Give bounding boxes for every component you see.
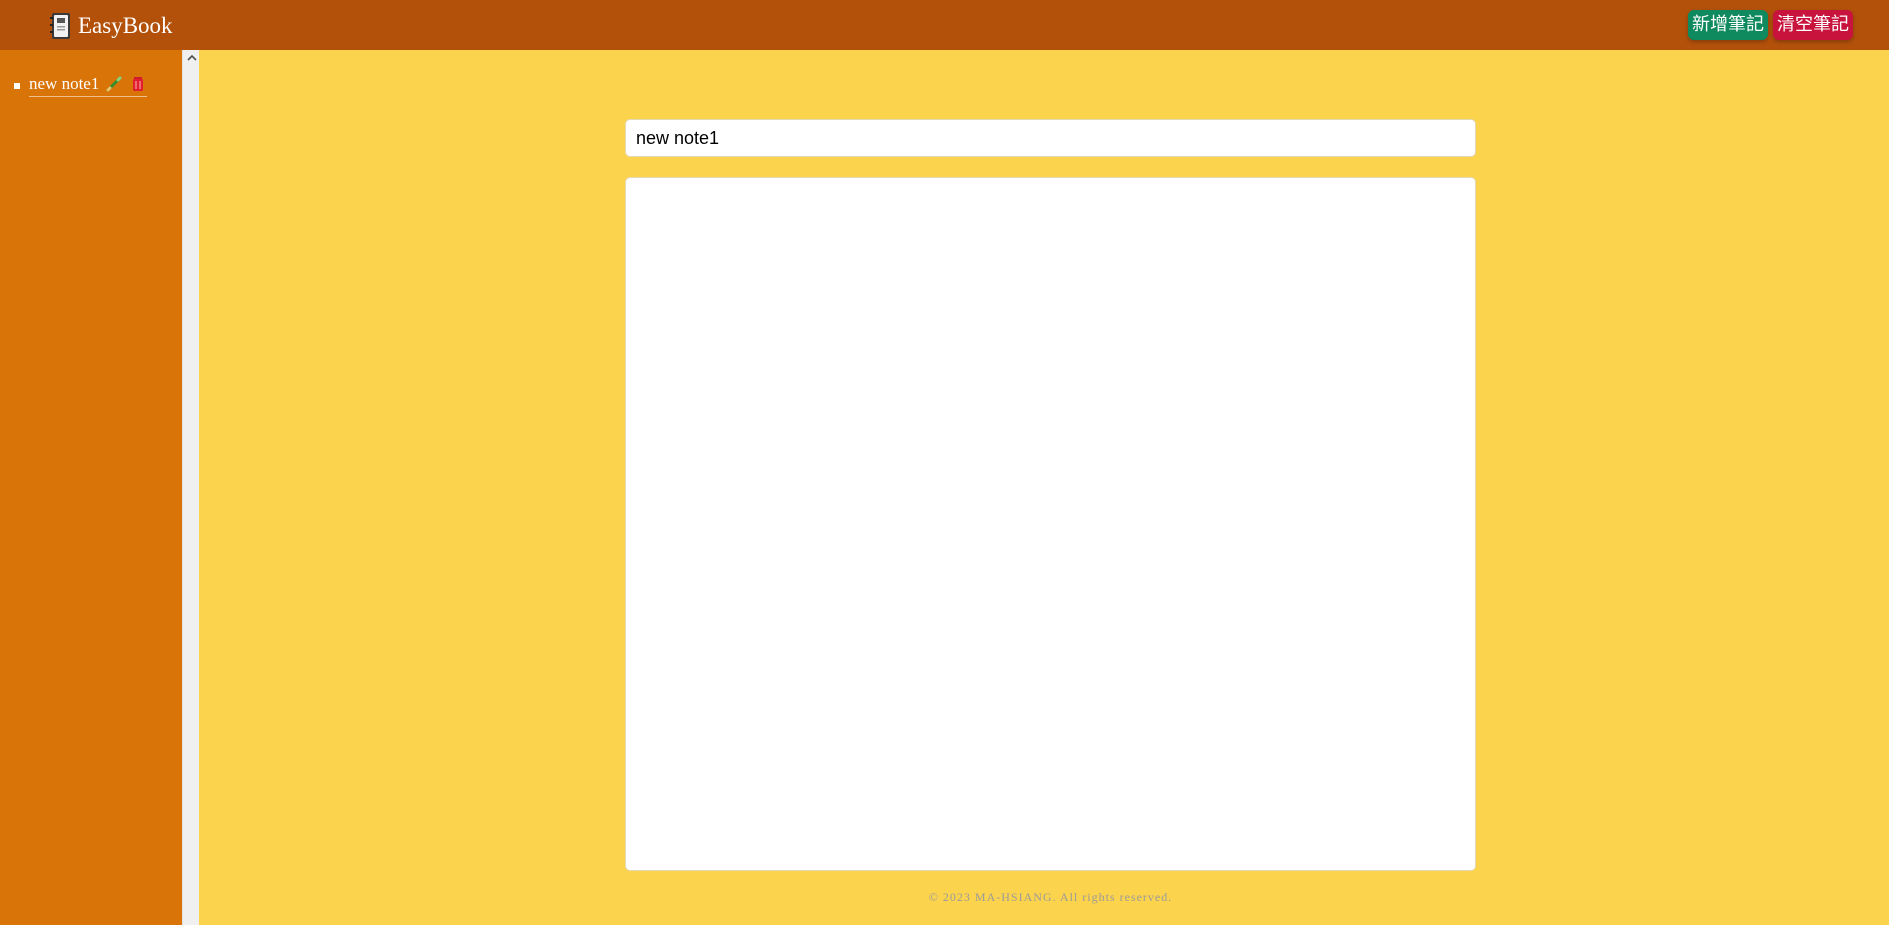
top-header: EasyBook 新增筆記 清空筆記: [0, 0, 1889, 50]
main-panel: © 2023 MA-HSIANG. All rights reserved.: [199, 50, 1889, 925]
notebook-icon: [50, 12, 72, 40]
note-list-item[interactable]: new note1: [14, 74, 148, 97]
add-note-button[interactable]: 新增筆記: [1688, 10, 1768, 40]
sidebar: new note1: [0, 50, 182, 925]
note-content-textarea[interactable]: [625, 177, 1476, 871]
pencil-icon[interactable]: [105, 75, 123, 93]
brand[interactable]: EasyBook: [50, 10, 173, 42]
note-title-input[interactable]: [625, 119, 1476, 157]
bullet-marker: [14, 82, 20, 89]
trash-icon[interactable]: [129, 75, 147, 93]
scroll-up-arrow-icon[interactable]: [183, 50, 200, 66]
note-link[interactable]: new note1: [29, 74, 148, 97]
clear-notes-button[interactable]: 清空筆記: [1773, 10, 1853, 40]
app-title: EasyBook: [78, 13, 173, 38]
footer-copyright: © 2023 MA-HSIANG. All rights reserved.: [928, 890, 1173, 904]
note-title-label[interactable]: new note1: [29, 74, 99, 94]
sidebar-scrollbar[interactable]: [182, 50, 199, 925]
